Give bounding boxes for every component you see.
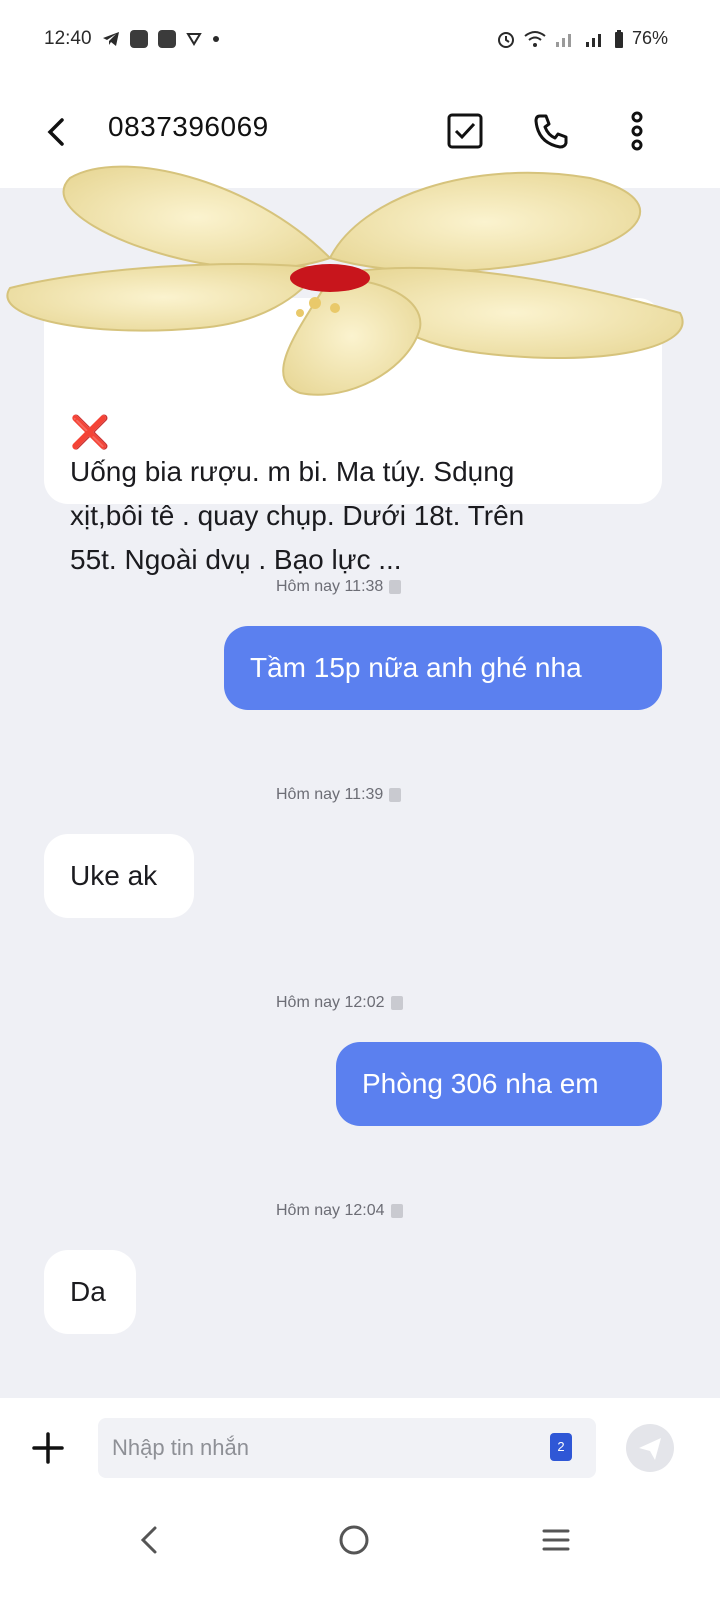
message-timestamp: Hôm nay 12:04 bbox=[276, 1202, 403, 1220]
incoming-message[interactable]: Uke ak bbox=[44, 834, 194, 918]
zalo-icon bbox=[130, 30, 148, 48]
sim-icon bbox=[389, 788, 402, 802]
signal-icon bbox=[555, 33, 571, 47]
incoming-message[interactable]: Da bbox=[44, 1250, 136, 1334]
message-timestamp: Hôm nay 11:38 bbox=[276, 578, 402, 596]
notification-icons bbox=[102, 28, 220, 50]
signal-icon bbox=[585, 33, 601, 47]
message-input[interactable] bbox=[98, 1418, 596, 1478]
vpn-icon bbox=[186, 33, 202, 46]
wifi-icon bbox=[524, 30, 546, 47]
battery-icon bbox=[614, 29, 623, 48]
system-icons: 76% bbox=[496, 28, 668, 49]
message-timestamp: Hôm nay 11:39 bbox=[276, 786, 402, 804]
message-timestamp: Hôm nay 12:02 bbox=[276, 994, 403, 1012]
x-mark-icon: ❌ bbox=[70, 414, 110, 450]
sim-icon bbox=[390, 1204, 403, 1218]
nav-recents-icon[interactable] bbox=[536, 1520, 576, 1560]
zalo-icon bbox=[158, 30, 176, 48]
send-icon bbox=[639, 1438, 661, 1460]
incoming-message-text: ❌ Uống bia rượu. m bi. Ma túy. Sdụng xịt… bbox=[70, 414, 660, 582]
plus-icon[interactable] bbox=[28, 1428, 68, 1468]
send-button[interactable] bbox=[626, 1424, 674, 1472]
outgoing-message[interactable]: Phòng 306 nha em bbox=[336, 1042, 662, 1126]
sim-icon bbox=[389, 580, 402, 594]
system-nav-bar bbox=[0, 1498, 720, 1600]
telegram-icon bbox=[103, 32, 119, 46]
status-bar: 12:40 76% bbox=[0, 0, 720, 78]
alarm-icon bbox=[497, 31, 514, 48]
dot-icon bbox=[213, 36, 219, 42]
battery-percent: 76% bbox=[631, 28, 668, 48]
sim-icon bbox=[390, 996, 403, 1010]
message-list[interactable]: ❌ Uống bia rượu. m bi. Ma túy. Sdụng xịt… bbox=[0, 165, 720, 1398]
outgoing-message[interactable]: Tầm 15p nữa anh ghé nha bbox=[224, 626, 662, 710]
sim-selector[interactable]: 2 bbox=[550, 1433, 572, 1461]
message-composer: 2 bbox=[0, 1398, 720, 1498]
status-time: 12:40 bbox=[44, 28, 92, 49]
nav-back-icon[interactable] bbox=[130, 1520, 170, 1560]
nav-home-icon[interactable] bbox=[334, 1520, 374, 1560]
flower-sticker bbox=[6, 165, 684, 396]
